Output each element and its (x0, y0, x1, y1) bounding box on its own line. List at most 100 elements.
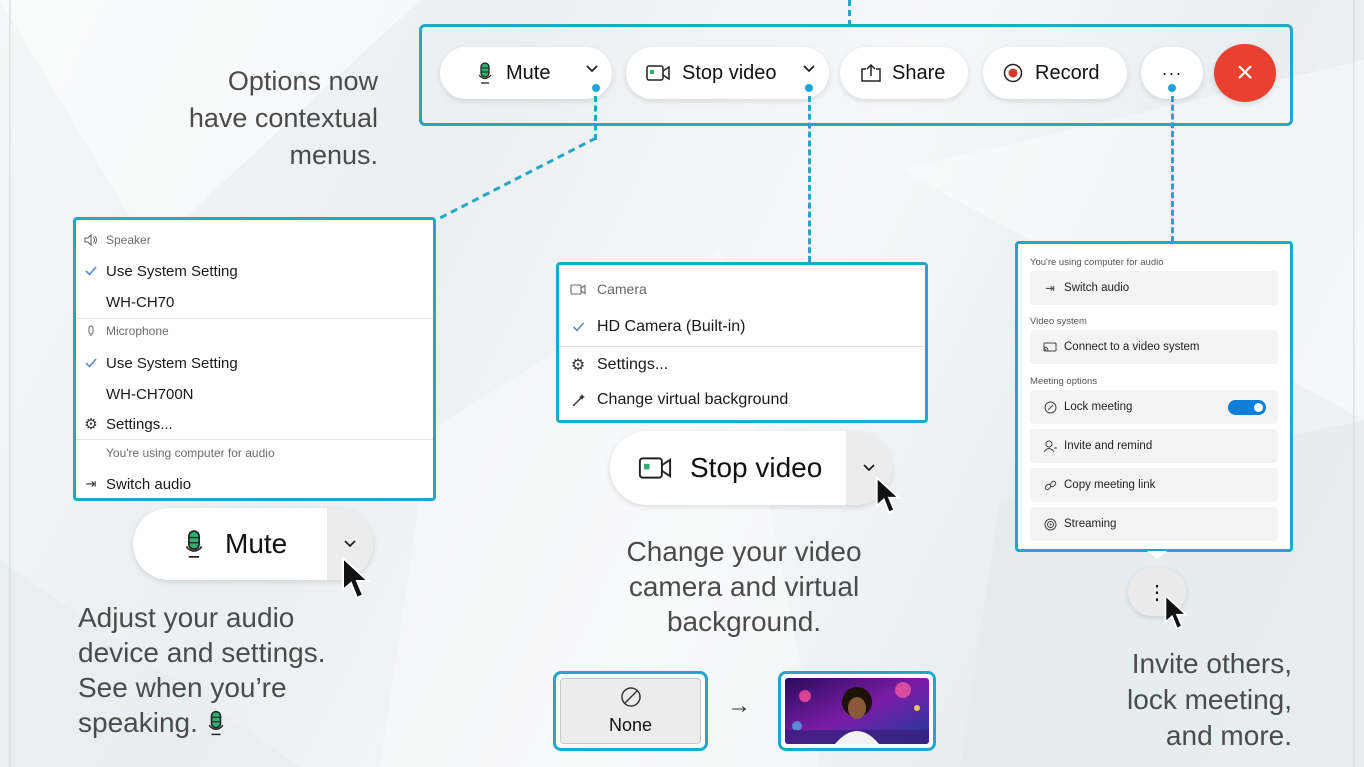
more-connector-vertical (1171, 96, 1174, 242)
record-button[interactable]: Record (983, 47, 1127, 99)
large-stop-video-button[interactable]: Stop video (610, 431, 892, 505)
menu-item-label: WH-CH700N (106, 385, 194, 403)
menu-item-speaker-system[interactable]: Use System Setting (76, 258, 433, 284)
menu-item-mic-device[interactable]: WH-CH700N (76, 381, 433, 407)
more-icon: ··· (1161, 62, 1183, 83)
menu-item-label: Connect to a video system (1064, 341, 1200, 353)
mute-button[interactable]: Mute (440, 47, 612, 99)
gear-icon: ⚙ (570, 357, 586, 374)
callout-line: have contextual (188, 103, 378, 133)
microphone-icon (185, 529, 203, 559)
microphone-icon (208, 710, 224, 736)
check-icon (559, 322, 597, 332)
mute-label: Mute (506, 61, 551, 84)
camera-header-label: Camera (597, 281, 647, 297)
chevron-down-icon[interactable] (803, 65, 815, 73)
menu-item-label: Change virtual background (597, 391, 789, 408)
connect-icon (1040, 342, 1060, 353)
menu-item-label: Switch audio (106, 475, 192, 493)
menu-item-connect-video-system[interactable]: Connect to a video system (1030, 330, 1278, 364)
no-background-icon (620, 686, 642, 713)
callout-line: Invite others, (1131, 648, 1292, 679)
audio-menu: Speaker Use System Setting WH-CH70 Micro… (73, 217, 436, 501)
microphone-header: Microphone (76, 321, 433, 341)
menu-item-copy-link[interactable]: Copy meeting link (1030, 468, 1278, 502)
callout-line: speaking. (78, 707, 198, 738)
gear-icon: ⚙ (84, 416, 98, 433)
record-label: Record (1035, 61, 1100, 84)
menu-item-label: Invite and remind (1064, 440, 1153, 452)
share-icon (860, 64, 882, 82)
toggle-knob (1254, 403, 1263, 412)
divider (76, 439, 433, 440)
menu-item-audio-settings[interactable]: ⚙ Settings... (76, 411, 433, 437)
microphone-icon (76, 325, 106, 337)
video-callout: Change your video camera and virtual bac… (560, 534, 928, 639)
section-header: Video system (1030, 316, 1087, 327)
cursor-icon (342, 556, 371, 600)
menu-item-switch-audio[interactable]: ⇥ Switch audio (76, 471, 433, 497)
menu-item-invite-remind[interactable]: Invite and remind (1030, 429, 1278, 463)
person-icon (1040, 440, 1060, 453)
microphone-header-label: Microphone (106, 324, 169, 338)
callout-line: and more. (1165, 720, 1292, 751)
check-icon (76, 266, 106, 276)
menu-item-change-background[interactable]: Change virtual background (559, 386, 925, 414)
virtual-background-thumbnail (785, 678, 929, 744)
no-background-option[interactable]: None (553, 671, 708, 751)
menu-item-streaming[interactable]: Streaming (1030, 507, 1278, 541)
share-label: Share (892, 61, 946, 84)
menu-item-label: Lock meeting (1064, 401, 1133, 413)
menu-item-label: Use System Setting (106, 354, 238, 372)
menu-item-label: Settings... (597, 356, 669, 373)
stop-video-button[interactable]: Stop video (626, 47, 829, 99)
menu-pointer (1147, 551, 1167, 559)
menu-item-label: Use System Setting (106, 262, 238, 280)
no-background-tile: None (560, 678, 701, 744)
lock-meeting-toggle[interactable] (1228, 400, 1266, 415)
top-connector (848, 0, 851, 26)
speaker-icon (76, 234, 106, 246)
mute-connector-dot (590, 82, 602, 94)
menu-item-label: HD Camera (Built-in) (597, 318, 746, 335)
callout-line-with-icon: speaking. (78, 705, 398, 740)
menu-item-switch-audio[interactable]: ⇥ Switch audio (1030, 271, 1278, 305)
end-meeting-button[interactable]: × (1214, 44, 1276, 102)
divider (559, 346, 925, 347)
callout-line: Options now (227, 66, 378, 96)
menu-item-label: WH-CH70 (106, 293, 175, 311)
large-mute-button[interactable]: Mute (133, 508, 373, 580)
callout-line: Change your video (626, 536, 862, 567)
cursor-icon (1164, 594, 1189, 630)
large-stop-video-label: Stop video (690, 452, 823, 483)
mute-connector-diagonal (439, 136, 597, 220)
note-label: You're using computer for audio (106, 446, 275, 460)
callout-line: Adjust your audio (78, 602, 295, 633)
chevron-down-icon[interactable] (586, 65, 598, 73)
menu-item-speaker-device[interactable]: WH-CH70 (76, 289, 433, 315)
virtual-background-option[interactable] (778, 671, 936, 751)
streaming-icon (1040, 518, 1060, 531)
none-label: None (608, 715, 653, 735)
menu-item-video-settings[interactable]: ⚙ Settings... (559, 351, 925, 379)
camera-header: Camera (559, 277, 925, 301)
more-connector-dot (1166, 82, 1178, 94)
audio-callout: Adjust your audio device and settings. S… (78, 600, 398, 740)
callout-line: camera and virtual (628, 571, 860, 602)
menu-item-mic-system[interactable]: Use System Setting (76, 350, 433, 376)
video-connector-vertical (808, 96, 811, 262)
share-button[interactable]: Share (840, 47, 968, 99)
speaker-header-label: Speaker (106, 233, 151, 247)
menu-item-lock-meeting[interactable]: Lock meeting (1030, 390, 1278, 424)
large-mute-label: Mute (225, 528, 288, 559)
options-callout: Options now have contextual menus. (130, 64, 378, 172)
close-icon: × (1236, 56, 1254, 89)
record-icon (1003, 63, 1023, 83)
section-header: You're using computer for audio (1030, 257, 1164, 268)
more-callout: Invite others, lock meeting, and more. (1020, 646, 1292, 754)
speaker-header: Speaker (76, 230, 433, 250)
callout-line: background. (666, 606, 822, 637)
menu-item-label: Copy meeting link (1064, 479, 1156, 491)
menu-item-camera-device[interactable]: HD Camera (Built-in) (559, 313, 925, 341)
arrow-icon: → (727, 692, 751, 719)
